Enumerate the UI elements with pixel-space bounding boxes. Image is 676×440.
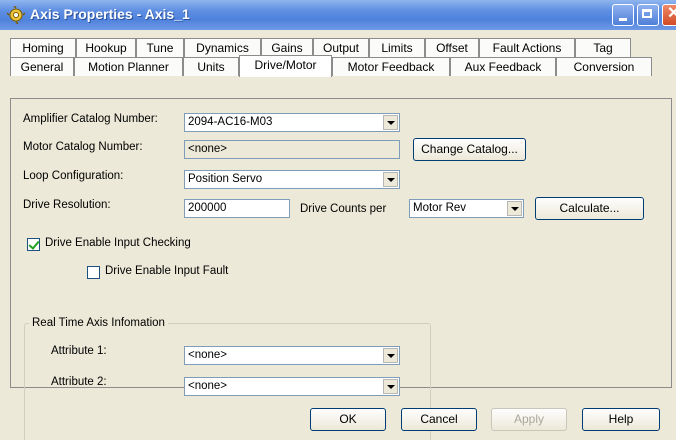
axis-app-icon: [7, 6, 25, 24]
tab-tag[interactable]: Tag: [575, 38, 631, 57]
minimize-button[interactable]: [612, 4, 634, 26]
drive-enable-input-checking-label[interactable]: Drive Enable Input Checking: [45, 237, 191, 249]
counts-unit-value: Motor Rev: [413, 202, 467, 214]
drive-resolution-input[interactable]: 200000: [184, 199, 290, 218]
axis-properties-window: Axis Properties - Axis_1 ✕ Homing Hookup…: [0, 0, 676, 440]
attribute-2-label: Attribute 2:: [51, 376, 107, 388]
tab-hookup[interactable]: Hookup: [76, 38, 136, 57]
title-bar[interactable]: Axis Properties - Axis_1 ✕: [0, 0, 676, 30]
chevron-down-icon[interactable]: [383, 379, 398, 394]
attribute-1-label: Attribute 1:: [51, 345, 107, 357]
counts-unit-select[interactable]: Motor Rev: [409, 199, 524, 218]
attribute-2-select[interactable]: <none>: [184, 377, 400, 396]
close-button[interactable]: ✕: [662, 4, 676, 26]
loop-configuration-label: Loop Configuration:: [23, 170, 124, 182]
drive-enable-input-checking-checkbox[interactable]: [27, 238, 40, 251]
drive-enable-input-fault-label: Drive Enable Input Fault: [105, 265, 229, 277]
drive-enable-input-fault-checkbox: [87, 266, 100, 279]
tab-tune[interactable]: Tune: [136, 38, 184, 57]
chevron-down-icon[interactable]: [383, 348, 398, 363]
loop-configuration-value: Position Servo: [188, 173, 263, 185]
cancel-button[interactable]: Cancel: [401, 408, 477, 431]
tab-units[interactable]: Units: [183, 57, 239, 76]
tab-general[interactable]: General: [10, 57, 74, 76]
tab-motion-planner[interactable]: Motion Planner: [74, 57, 183, 76]
tab-aux-feedback[interactable]: Aux Feedback: [450, 57, 556, 76]
drive-motor-panel: Amplifier Catalog Number: 2094-AC16-M03 …: [10, 98, 672, 440]
tab-drive-motor[interactable]: Drive/Motor: [239, 55, 332, 77]
help-button[interactable]: Help: [582, 408, 660, 431]
attribute-1-value: <none>: [188, 349, 228, 361]
real-time-axis-group-title: Real Time Axis Infomation: [29, 317, 168, 329]
loop-configuration-select[interactable]: Position Servo: [184, 170, 400, 189]
chevron-down-icon[interactable]: [507, 201, 522, 216]
amplifier-catalog-label: Amplifier Catalog Number:: [23, 113, 158, 125]
tab-conversion[interactable]: Conversion: [556, 57, 652, 76]
maximize-button[interactable]: [637, 4, 659, 26]
attribute-2-value: <none>: [188, 380, 228, 392]
dialog-body: Homing Hookup Tune Dynamics Gains Output…: [0, 30, 676, 440]
tab-fault-actions[interactable]: Fault Actions: [479, 38, 575, 57]
tab-homing[interactable]: Homing: [10, 38, 76, 57]
amplifier-catalog-select[interactable]: 2094-AC16-M03: [184, 113, 400, 132]
motor-catalog-label: Motor Catalog Number:: [23, 141, 143, 153]
attribute-1-select[interactable]: <none>: [184, 346, 400, 365]
motor-catalog-field: <none>: [184, 140, 400, 159]
window-title: Axis Properties - Axis_1: [30, 6, 190, 22]
chevron-down-icon[interactable]: [383, 115, 398, 130]
amplifier-catalog-value: 2094-AC16-M03: [188, 116, 273, 128]
tab-offset[interactable]: Offset: [425, 38, 479, 57]
tab-motor-feedback[interactable]: Motor Feedback: [332, 57, 450, 76]
drive-resolution-label: Drive Resolution:: [23, 199, 111, 211]
drive-counts-per-label: Drive Counts per: [300, 203, 387, 215]
change-catalog-button[interactable]: Change Catalog...: [413, 138, 526, 161]
ok-button[interactable]: OK: [310, 408, 386, 431]
chevron-down-icon[interactable]: [383, 172, 398, 187]
close-icon: ✕: [667, 5, 676, 22]
calculate-button[interactable]: Calculate...: [535, 197, 644, 220]
tab-limits[interactable]: Limits: [369, 38, 425, 57]
apply-button: Apply: [491, 408, 567, 431]
